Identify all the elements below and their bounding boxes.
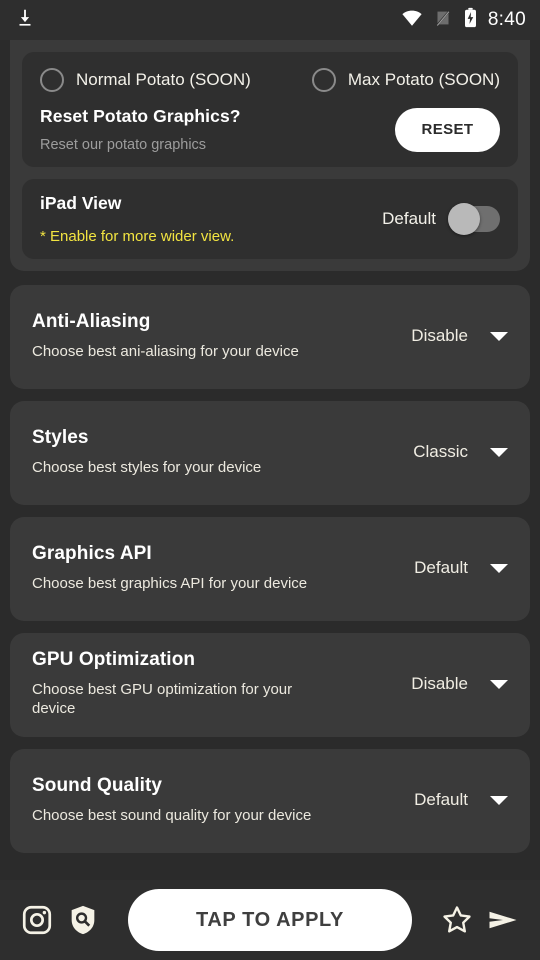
setting-title: Anti-Aliasing — [32, 310, 151, 332]
ipad-view-texts: iPad View * Enable for more wider view. — [40, 193, 382, 245]
radio-circle-icon — [311, 68, 336, 92]
chevron-down-icon — [490, 563, 508, 573]
star-icon[interactable] — [434, 897, 480, 943]
setting-dropdown-anti-aliasing[interactable]: Disable — [411, 326, 508, 346]
send-icon[interactable] — [480, 897, 526, 943]
ipad-view-toggle-wrap[interactable]: Default — [382, 203, 500, 235]
setting-texts: GPU Optimization Choose best GPU optimiz… — [32, 649, 332, 719]
potato-radio-group: Normal Potato (SOON) Max Potato (SOON) — [40, 66, 500, 106]
ipad-view-toggle-label: Default — [382, 209, 436, 228]
reset-potato-texts: Reset Potato Graphics? Reset our potato … — [40, 106, 395, 153]
chevron-down-icon — [490, 795, 508, 805]
setting-texts: Anti-Aliasing Choose best ani-aliasing f… — [32, 311, 332, 362]
tap-to-apply-button[interactable]: TAP TO APPLY — [128, 889, 412, 951]
dropdown-value: Default — [414, 790, 468, 809]
setting-texts: Styles Choose best styles for your devic… — [32, 427, 332, 478]
radio-circle-icon — [40, 68, 64, 92]
download-icon — [14, 7, 36, 34]
chevron-down-icon — [490, 331, 508, 341]
reset-potato-subtitle: Reset our potato graphics — [40, 137, 207, 153]
status-bar: 8:40 — [0, 0, 540, 40]
ipad-view-toggle[interactable] — [448, 203, 500, 235]
status-bar-left — [14, 7, 36, 34]
setting-texts: Graphics API Choose best graphics API fo… — [32, 543, 332, 594]
setting-subtitle: Choose best sound quality for your devic… — [32, 806, 312, 824]
setting-title: GPU Optimization — [32, 649, 196, 671]
dropdown-value: Default — [414, 558, 468, 577]
radio-option-max-potato[interactable]: Max Potato (SOON) — [311, 68, 500, 92]
reset-potato-title: Reset Potato Graphics? — [40, 106, 241, 126]
radio-label: Normal Potato (SOON) — [76, 70, 251, 89]
dropdown-value: Disable — [411, 674, 468, 693]
setting-subtitle: Choose best graphics API for your device — [32, 574, 308, 592]
setting-subtitle: Choose best ani-aliasing for your device — [32, 342, 299, 360]
toggle-knob — [448, 203, 480, 235]
chevron-down-icon — [490, 679, 508, 689]
status-bar-clock: 8:40 — [487, 9, 526, 30]
setting-dropdown-sound-quality[interactable]: Default — [414, 790, 508, 810]
ipad-view-card: iPad View * Enable for more wider view. … — [22, 179, 518, 259]
battery-charging-icon — [463, 7, 478, 34]
ipad-view-note: * Enable for more wider view. — [40, 228, 235, 245]
ipad-view-row: iPad View * Enable for more wider view. … — [40, 193, 500, 245]
wifi-icon — [401, 7, 423, 34]
chevron-down-icon — [490, 447, 508, 457]
potato-graphics-group: Normal Potato (SOON) Max Potato (SOON) R… — [10, 40, 530, 271]
ipad-view-title: iPad View — [40, 193, 122, 213]
setting-title: Sound Quality — [32, 774, 163, 796]
radio-option-normal-potato[interactable]: Normal Potato (SOON) — [40, 68, 308, 92]
setting-card-graphics-api[interactable]: Graphics API Choose best graphics API fo… — [10, 517, 530, 621]
reset-potato-row: Reset Potato Graphics? Reset our potato … — [40, 106, 500, 153]
setting-dropdown-graphics-api[interactable]: Default — [414, 558, 508, 578]
potato-reset-card: Normal Potato (SOON) Max Potato (SOON) R… — [22, 52, 518, 167]
status-bar-right: 8:40 — [401, 7, 526, 34]
shield-search-icon[interactable] — [60, 897, 106, 943]
setting-title: Styles — [32, 426, 89, 448]
setting-title: Graphics API — [32, 542, 152, 564]
radio-label: Max Potato (SOON) — [347, 70, 500, 89]
settings-scroll-area[interactable]: Normal Potato (SOON) Max Potato (SOON) R… — [0, 40, 540, 880]
setting-subtitle: Choose best styles for your device — [32, 458, 262, 476]
dropdown-value: Disable — [411, 326, 468, 345]
setting-subtitle: Choose best GPU optimization for your de… — [32, 681, 293, 717]
instagram-icon[interactable] — [14, 897, 60, 943]
setting-card-anti-aliasing[interactable]: Anti-Aliasing Choose best ani-aliasing f… — [10, 285, 530, 389]
bottom-action-bar: TAP TO APPLY — [0, 880, 540, 960]
setting-dropdown-styles[interactable]: Classic — [413, 442, 508, 462]
setting-card-sound-quality[interactable]: Sound Quality Choose best sound quality … — [10, 749, 530, 853]
setting-texts: Sound Quality Choose best sound quality … — [32, 775, 332, 826]
setting-card-styles[interactable]: Styles Choose best styles for your devic… — [10, 401, 530, 505]
setting-card-gpu-optimization[interactable]: GPU Optimization Choose best GPU optimiz… — [10, 633, 530, 737]
dropdown-value: Classic — [413, 442, 468, 461]
reset-button[interactable]: RESET — [395, 107, 500, 152]
setting-dropdown-gpu-optimization[interactable]: Disable — [411, 674, 508, 694]
signal-off-icon — [433, 7, 453, 34]
